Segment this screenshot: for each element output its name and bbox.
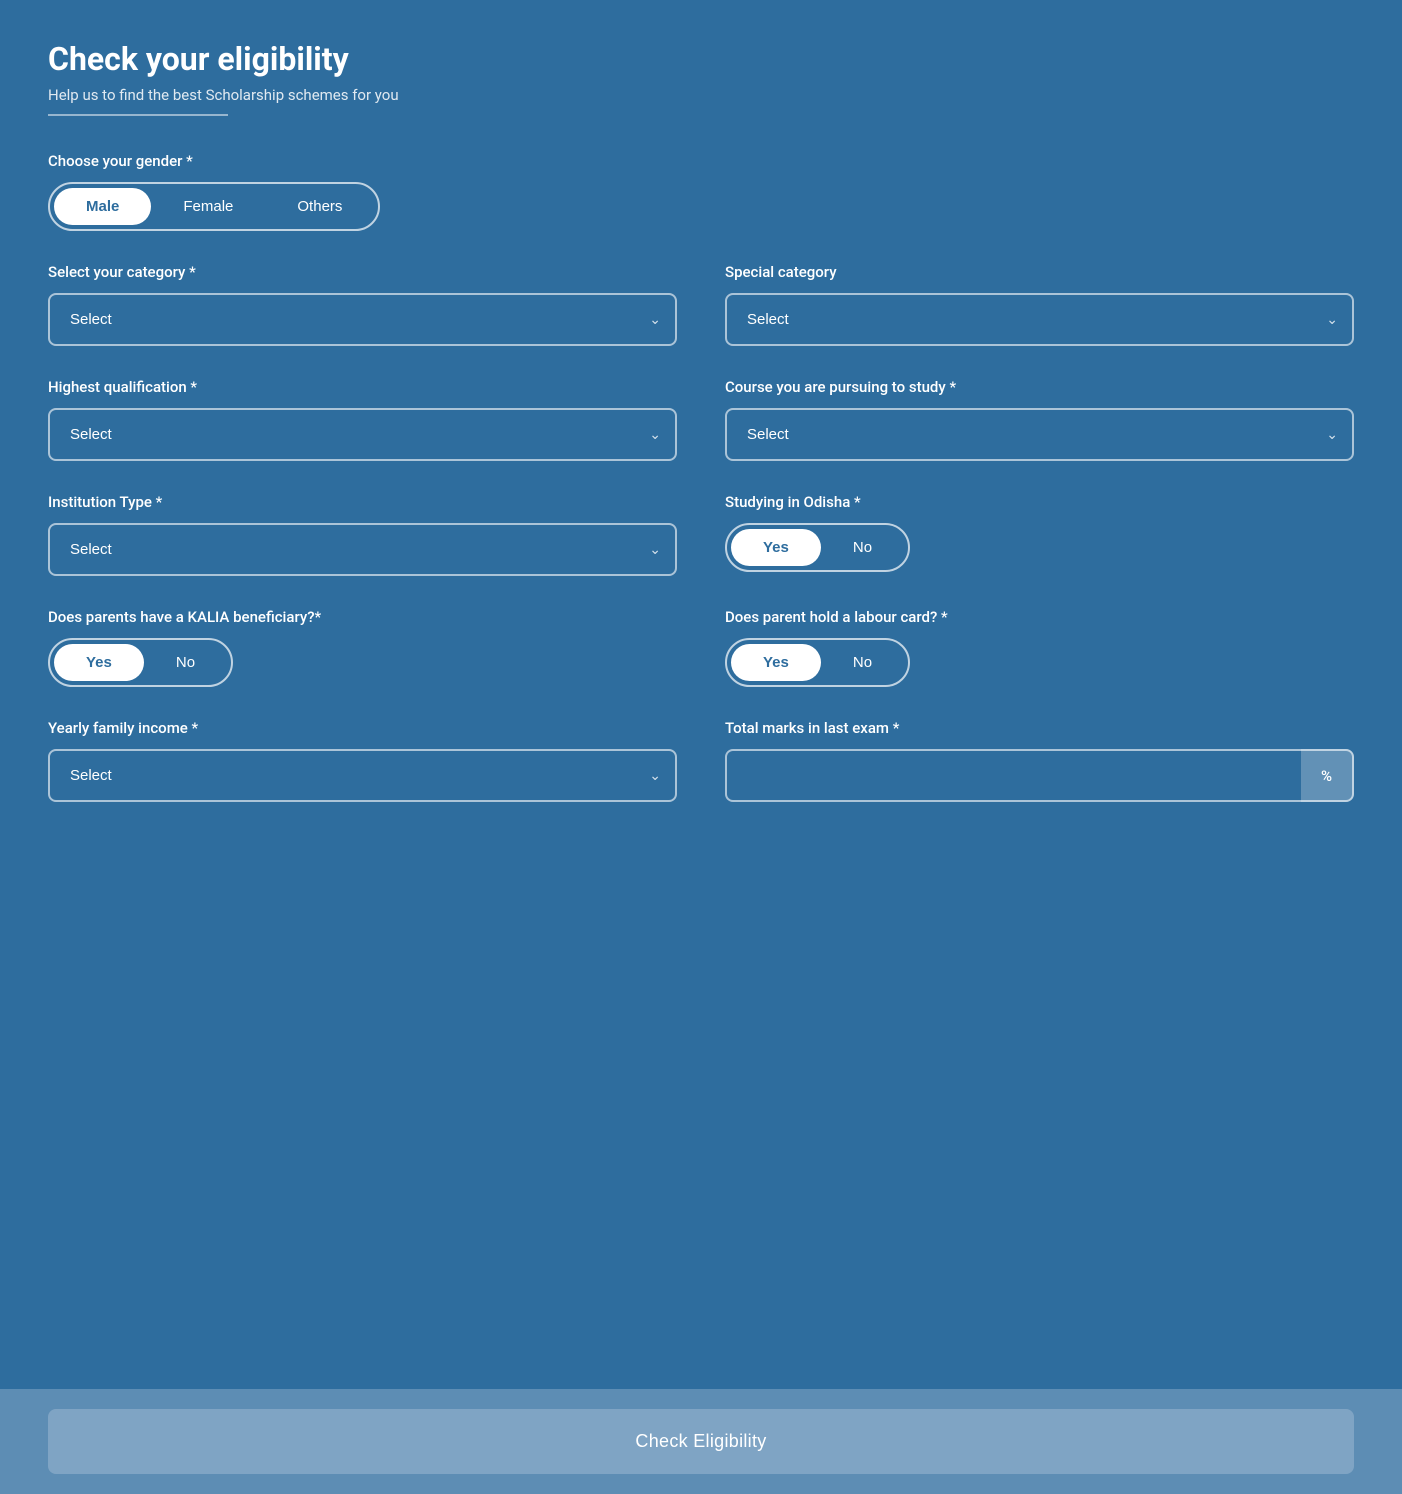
income-marks-row: Yearly family income * Select ⌄ Total ma… [48,719,1354,802]
gender-female-btn[interactable]: Female [151,188,265,225]
studying-odisha-yes-btn[interactable]: Yes [731,529,821,566]
qualification-label: Highest qualification * [48,378,677,396]
gender-others-btn[interactable]: Others [265,188,374,225]
institution-label: Institution Type * [48,493,677,511]
percent-suffix: % [1301,749,1354,802]
special-category-select-wrapper: Select ⌄ [725,293,1354,346]
gender-toggle-group: Male Female Others [48,182,380,231]
kalia-yes-btn[interactable]: Yes [54,644,144,681]
total-marks-label: Total marks in last exam * [725,719,1354,737]
studying-odisha-toggle: Yes No [725,523,910,572]
category-select[interactable]: Select [48,293,677,346]
kalia-row: Does parents have a KALIA beneficiary?* … [48,608,1354,687]
labour-card-no-btn[interactable]: No [821,644,904,681]
kalia-label: Does parents have a KALIA beneficiary?* [48,608,677,626]
institution-col: Institution Type * Select ⌄ [48,493,677,576]
kalia-toggle: Yes No [48,638,233,687]
qualification-select-wrapper: Select ⌄ [48,408,677,461]
course-label: Course you are pursuing to study * [725,378,1354,396]
institution-select-wrapper: Select ⌄ [48,523,677,576]
page-title: Check your eligibility [48,40,1354,78]
course-select-wrapper: Select ⌄ [725,408,1354,461]
course-select[interactable]: Select [725,408,1354,461]
gender-row: Choose your gender * Male Female Others [48,152,1354,231]
page-subtitle: Help us to find the best Scholarship sch… [48,86,1354,104]
page-container: Check your eligibility Help us to find t… [0,0,1402,1494]
studying-odisha-label: Studying in Odisha * [725,493,1354,511]
qualification-select[interactable]: Select [48,408,677,461]
labour-card-toggle: Yes No [725,638,910,687]
institution-select[interactable]: Select [48,523,677,576]
labour-card-yes-btn[interactable]: Yes [731,644,821,681]
special-category-label: Special category [725,263,1354,281]
total-marks-col: Total marks in last exam * % [725,719,1354,802]
category-col: Select your category * Select ⌄ [48,263,677,346]
special-category-select[interactable]: Select [725,293,1354,346]
category-select-wrapper: Select ⌄ [48,293,677,346]
form-section: Choose your gender * Male Female Others … [48,152,1354,802]
income-label: Yearly family income * [48,719,677,737]
title-divider [48,114,228,116]
total-marks-input[interactable] [725,749,1301,802]
studying-odisha-no-btn[interactable]: No [821,529,904,566]
income-select-wrapper: Select ⌄ [48,749,677,802]
labour-card-label: Does parent hold a labour card? * [725,608,1354,626]
special-category-col: Special category Select ⌄ [725,263,1354,346]
course-col: Course you are pursuing to study * Selec… [725,378,1354,461]
institution-row: Institution Type * Select ⌄ Studying in … [48,493,1354,576]
qualification-row: Highest qualification * Select ⌄ Course … [48,378,1354,461]
category-row: Select your category * Select ⌄ Special … [48,263,1354,346]
gender-label: Choose your gender * [48,152,1354,170]
income-col: Yearly family income * Select ⌄ [48,719,677,802]
total-marks-input-wrapper: % [725,749,1354,802]
labour-card-col: Does parent hold a labour card? * Yes No [725,608,1354,687]
check-eligibility-button[interactable]: Check Eligibility [48,1409,1354,1474]
check-eligibility-container: Check Eligibility [0,1389,1402,1494]
income-select[interactable]: Select [48,749,677,802]
kalia-no-btn[interactable]: No [144,644,227,681]
category-label: Select your category * [48,263,677,281]
kalia-col: Does parents have a KALIA beneficiary?* … [48,608,677,687]
qualification-col: Highest qualification * Select ⌄ [48,378,677,461]
gender-male-btn[interactable]: Male [54,188,151,225]
studying-odisha-col: Studying in Odisha * Yes No [725,493,1354,576]
